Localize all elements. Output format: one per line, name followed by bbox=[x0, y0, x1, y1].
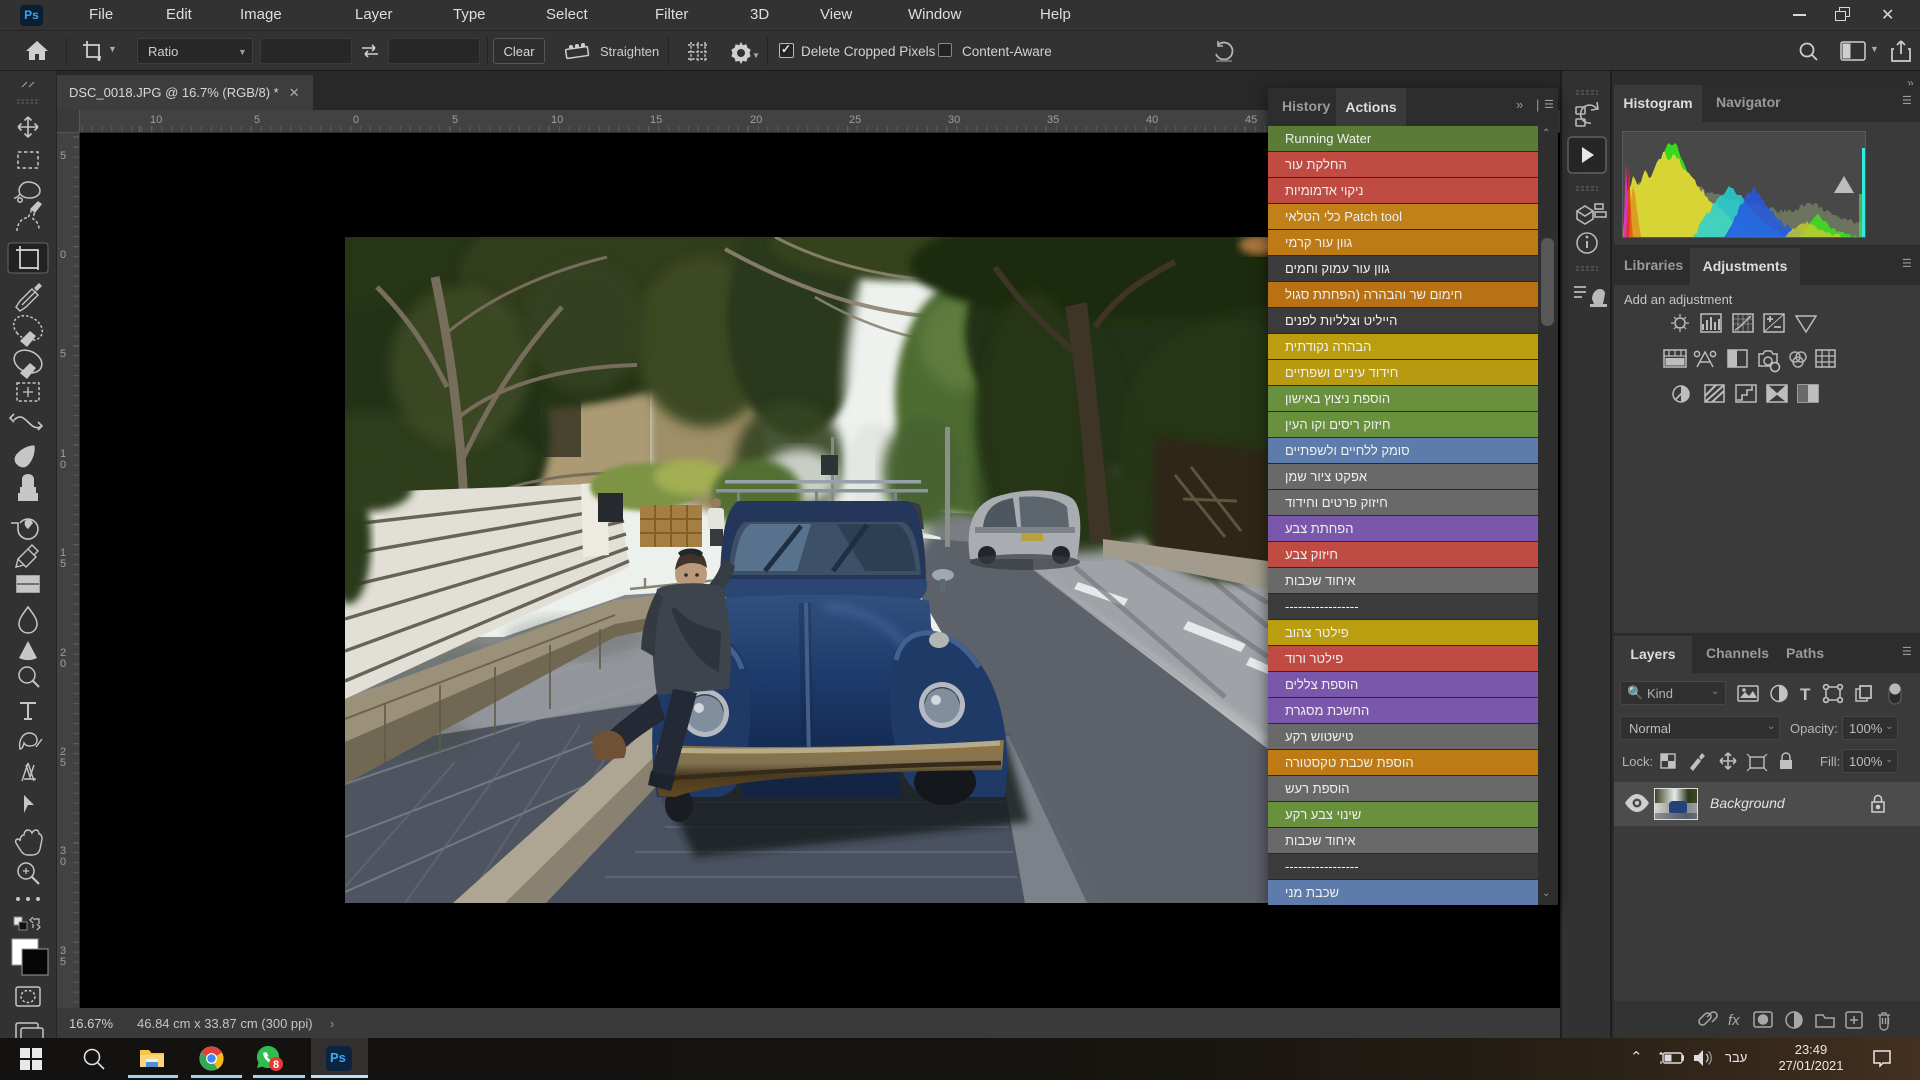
svg-text:T: T bbox=[1800, 685, 1811, 704]
svg-text:8: 8 bbox=[273, 1059, 279, 1071]
svg-text:fx: fx bbox=[1728, 1012, 1740, 1029]
